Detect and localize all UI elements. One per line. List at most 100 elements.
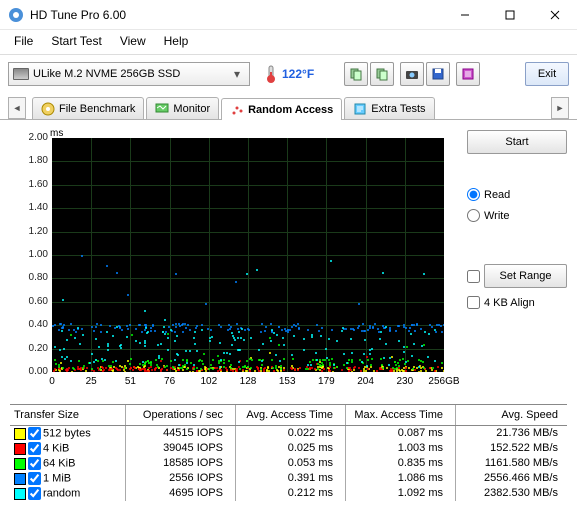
xtick: 76 [164, 376, 175, 387]
menu-start-test[interactable]: Start Test [43, 32, 109, 50]
ytick: 1.40 [10, 202, 48, 213]
ops-value: 39045 IOPS [126, 441, 236, 456]
series-swatch [14, 443, 26, 455]
table-row: random4695 IOPS0.212 ms1.092 ms2382.530 … [10, 486, 567, 501]
ops-value: 18585 IOPS [126, 456, 236, 471]
series-swatch [14, 458, 26, 470]
menu-bar: File Start Test View Help [0, 30, 577, 52]
table-row: 64 KiB 18585 IOPS0.053 ms0.835 ms1161.580… [10, 456, 567, 471]
maximize-button[interactable] [487, 0, 532, 30]
tab-scroll-right[interactable]: ► [551, 97, 569, 119]
set-range-checkbox[interactable] [467, 270, 480, 283]
transfer-size: random [43, 487, 80, 499]
table-row: 1 MiB2556 IOPS0.391 ms1.086 ms2556.466 M… [10, 471, 567, 486]
start-button[interactable]: Start [467, 130, 567, 154]
ytick: 1.80 [10, 155, 48, 166]
options-button[interactable] [456, 62, 480, 86]
tab-scroll-left[interactable]: ◄ [8, 97, 26, 119]
col-max-access: Max. Access Time [346, 405, 456, 425]
access-time-chart: ms 2.001.801.601.401.201.000.800.600.400… [10, 130, 450, 394]
xtick: 153 [279, 376, 296, 387]
tab-bar: ◄ File Benchmark Monitor Random Access E… [0, 94, 577, 120]
align-checkbox[interactable]: 4 KB Align [467, 296, 567, 309]
drive-select[interactable]: ULike M.2 NVME 256GB SSD ▾ [8, 62, 250, 86]
speed-value: 1161.580 MB/s [456, 456, 566, 471]
random-access-icon [230, 103, 244, 117]
series-checkbox[interactable] [28, 487, 41, 500]
table-row: 4 KiB39045 IOPS0.025 ms1.003 ms152.522 M… [10, 441, 567, 456]
series-swatch [14, 428, 26, 440]
drive-label: ULike M.2 NVME 256GB SSD [33, 68, 225, 80]
speed-value: 21.736 MB/s [456, 426, 566, 441]
extra-tests-icon [353, 102, 367, 116]
ytick: 1.00 [10, 249, 48, 260]
xtick: 204 [357, 376, 374, 387]
app-icon [8, 7, 24, 23]
series-checkbox[interactable] [28, 472, 41, 485]
tab-extra-tests[interactable]: Extra Tests [344, 97, 434, 119]
save-button[interactable] [426, 62, 450, 86]
col-avg-access: Avg. Access Time [236, 405, 346, 425]
set-range-button[interactable]: Set Range [484, 264, 567, 288]
screenshot-button[interactable] [400, 62, 424, 86]
read-radio[interactable]: Read [467, 188, 567, 201]
transfer-size: 512 bytes [43, 427, 91, 439]
max-value: 0.087 ms [346, 426, 456, 441]
ops-value: 44515 IOPS [126, 426, 236, 441]
file-benchmark-icon [41, 102, 55, 116]
speed-value: 152.522 MB/s [456, 441, 566, 456]
write-radio[interactable]: Write [467, 209, 567, 222]
ytick: 0.00 [10, 366, 48, 377]
avg-value: 0.391 ms [236, 471, 346, 486]
title-bar: HD Tune Pro 6.00 [0, 0, 577, 30]
series-checkbox[interactable] [28, 442, 41, 455]
table-row: 512 bytes 44515 IOPS0.022 ms0.087 ms21.73… [10, 426, 567, 441]
ytick: 0.20 [10, 343, 48, 354]
chevron-down-icon: ▾ [229, 67, 245, 81]
tab-monitor[interactable]: Monitor [146, 97, 219, 119]
ytick: 0.80 [10, 272, 48, 283]
tab-random-access[interactable]: Random Access [221, 98, 342, 120]
xtick: 25 [86, 376, 97, 387]
close-button[interactable] [532, 0, 577, 30]
thermometer-icon [264, 64, 278, 84]
series-checkbox[interactable] [28, 427, 41, 440]
monitor-icon [155, 102, 169, 116]
avg-value: 0.022 ms [236, 426, 346, 441]
transfer-size: 64 KiB [43, 457, 75, 469]
transfer-size: 4 KiB [43, 442, 69, 454]
ytick: 1.20 [10, 226, 48, 237]
max-value: 0.835 ms [346, 456, 456, 471]
series-swatch [14, 473, 26, 485]
speed-value: 2382.530 MB/s [456, 486, 566, 501]
menu-help[interactable]: Help [156, 32, 197, 50]
temperature-value: 122°F [282, 67, 314, 81]
menu-view[interactable]: View [112, 32, 154, 50]
series-swatch [14, 488, 26, 500]
xtick: 179 [318, 376, 335, 387]
ops-value: 4695 IOPS [126, 486, 236, 501]
exit-button[interactable]: Exit [525, 62, 569, 86]
tab-file-benchmark[interactable]: File Benchmark [32, 97, 144, 119]
window-title: HD Tune Pro 6.00 [30, 8, 442, 22]
xtick: 102 [200, 376, 217, 387]
xtick: 230 [396, 376, 413, 387]
results-table: Transfer Size Operations / sec Avg. Acce… [10, 404, 567, 501]
ytick: 1.60 [10, 179, 48, 190]
max-value: 1.003 ms [346, 441, 456, 456]
drive-icon [13, 68, 29, 80]
menu-file[interactable]: File [6, 32, 41, 50]
minimize-button[interactable] [442, 0, 487, 30]
xtick: 51 [125, 376, 136, 387]
transfer-size: 1 MiB [43, 472, 71, 484]
max-value: 1.092 ms [346, 486, 456, 501]
avg-value: 0.053 ms [236, 456, 346, 471]
copy-results-button[interactable] [370, 62, 394, 86]
series-checkbox[interactable] [28, 457, 41, 470]
copy-info-button[interactable] [344, 62, 368, 86]
temperature-display: 122°F [264, 64, 314, 84]
max-value: 1.086 ms [346, 471, 456, 486]
col-avg-speed: Avg. Speed [456, 405, 566, 425]
col-operations: Operations / sec [126, 405, 236, 425]
xtick: 0 [49, 376, 55, 387]
